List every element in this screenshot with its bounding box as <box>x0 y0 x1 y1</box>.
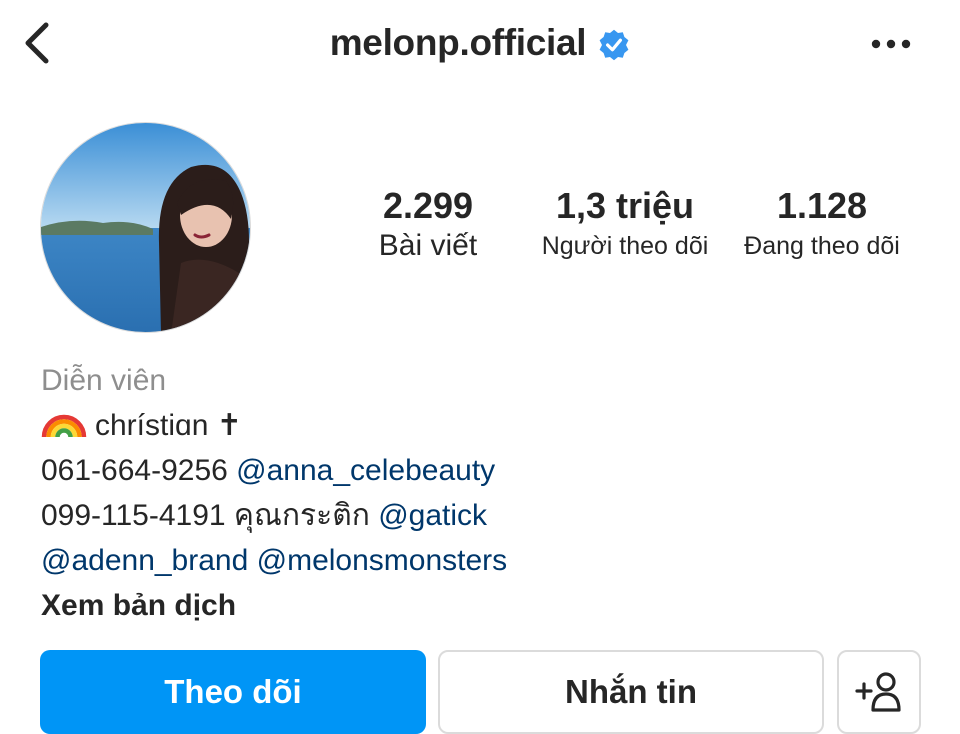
bio: Diễn viên chrístiɑn ✝ 061-664-9256 @anna… <box>41 358 921 628</box>
bio-line-3: 099-115-4191 คุณกระติก @gatick <box>41 493 921 538</box>
following-count: 1.128 <box>776 185 868 226</box>
followers-count: 1,3 triệu <box>555 185 695 226</box>
bio-text-christian: chrístiɑn ✝ <box>95 409 242 442</box>
avatar[interactable] <box>40 122 251 333</box>
more-horizontal-icon <box>871 39 911 49</box>
message-button-label: Nhắn tin <box>565 673 697 710</box>
followers-stat[interactable]: 1,3 triệu Người theo dõi <box>532 184 718 264</box>
username-title: melonp.official <box>329 22 587 63</box>
message-button[interactable]: Nhắn tin <box>438 650 824 734</box>
bio-line-4: @adenn_brand @melonsmonsters <box>41 538 921 583</box>
follow-button[interactable]: Theo dõi <box>40 650 426 734</box>
bio-phone-1: 061-664-9256 <box>41 454 228 487</box>
add-person-icon <box>855 672 901 712</box>
bio-line-1: chrístiɑn ✝ <box>41 403 921 448</box>
profile-photo <box>41 123 250 332</box>
rainbow-icon <box>41 414 87 438</box>
mention-link[interactable]: @anna_celebeauty <box>236 454 495 487</box>
following-stat[interactable]: 1.128 Đang theo dõi <box>730 184 914 264</box>
more-options-button[interactable] <box>866 22 916 66</box>
posts-count: 2.299 <box>382 185 474 226</box>
mention-link[interactable]: @melonsmonsters <box>257 544 508 577</box>
header-title-group: melonp.official <box>0 18 960 68</box>
follow-button-label: Theo dõi <box>164 673 302 710</box>
suggested-accounts-button[interactable] <box>837 650 921 734</box>
followers-label: Người theo dõi <box>541 232 709 260</box>
top-bar: melonp.official <box>0 0 960 88</box>
following-label: Đang theo dõi <box>744 232 900 260</box>
bio-phone-2: 099-115-4191 คุณกระติก <box>41 499 370 532</box>
posts-stat: 2.299 Bài viết <box>360 184 496 264</box>
bio-category: Diễn viên <box>41 364 167 397</box>
see-translation-link[interactable]: Xem bản dịch <box>41 583 921 628</box>
mention-link[interactable]: @adenn_brand <box>41 544 248 577</box>
bio-line-2: 061-664-9256 @anna_celebeauty <box>41 448 921 493</box>
verified-badge-icon <box>598 29 630 61</box>
mention-link[interactable]: @gatick <box>378 499 487 532</box>
posts-label: Bài viết <box>378 229 478 262</box>
